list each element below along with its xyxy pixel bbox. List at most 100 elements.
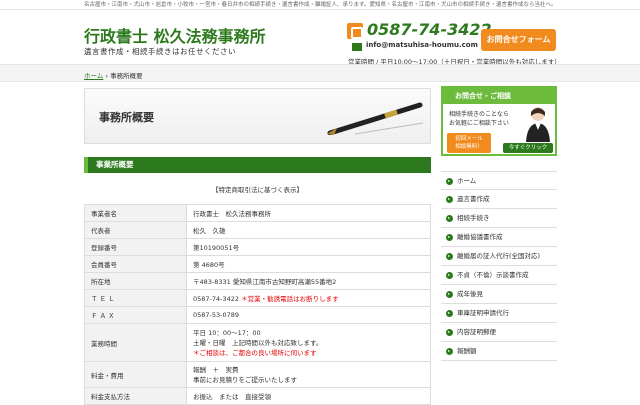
- sidebar-item-divorce-witness[interactable]: 離婚届の証人代行(全国対応): [441, 247, 557, 266]
- table-label: 会員番号: [84, 255, 187, 273]
- arrow-bullet-icon: [446, 253, 453, 260]
- hours-line: 土曜・日曜 上記時間以外も対応致します。: [193, 338, 323, 347]
- table-row: 登録番号 第10190051号: [84, 238, 431, 256]
- consultation-banner[interactable]: お問合せ・ご相談 相続手続きのことなら お気軽にご相談下さい 初回メール 相談無…: [441, 86, 557, 156]
- site-title[interactable]: 行政書士 松久法務事務所: [84, 23, 266, 47]
- table-label: 代表者: [84, 221, 187, 239]
- sidebar-item-label: 車庫証明申請代行: [457, 309, 509, 317]
- table-value-cell: 報酬 ＋ 実費 事前にお見積りをご提示いたします: [186, 361, 431, 388]
- table-row: 業務時間 平日 10：00～17：00 土曜・日曜 上記時間以外も対応致します。…: [84, 323, 431, 362]
- table-label: Ｆ Ａ Ｘ: [84, 306, 187, 324]
- table-value: 〒483-8331 愛知県江南市古知野町高瀬55番地2: [186, 272, 431, 290]
- breadcrumb-current: 事務所概要: [110, 72, 143, 80]
- section-heading-text: 事業所概要: [96, 160, 134, 169]
- table-value-cell: 0587-74-3422 ＊営業・勧誘電話はお断りします: [186, 289, 431, 307]
- table-value: 行政書士 松久法務事務所: [186, 204, 431, 222]
- consultant-photo-icon: [526, 107, 550, 142]
- arrow-bullet-icon: [446, 272, 453, 279]
- site-subtitle: 遺言書作成・相続手続きはお任せください: [84, 47, 236, 56]
- table-row: 代表者 松久 久雄: [84, 221, 431, 239]
- page-hero: 事務所概要: [84, 88, 431, 144]
- tel-value[interactable]: 0587-74-3422: [193, 295, 239, 303]
- table-label: 所在地: [84, 272, 187, 290]
- breadcrumb-separator: ›: [105, 72, 108, 80]
- table-label: 事業者名: [84, 204, 187, 222]
- top-tagline-bar: 名古屋市・江南市・犬山市・岩倉市・小牧市・一宮市・春日井市の相続手続き・遺言書作…: [0, 0, 640, 10]
- sidebar-item-fees[interactable]: 報酬額: [441, 342, 557, 361]
- table-row: Ｆ Ａ Ｘ 0587-53-0789: [84, 306, 431, 324]
- table-label: 業務時間: [84, 323, 187, 362]
- banner-heading: お問合せ・ご相談: [443, 88, 555, 104]
- free-consult-badge: 初回メール 相談無料！: [447, 133, 491, 153]
- phone-number[interactable]: 0587-74-3422: [367, 20, 492, 39]
- hours-line: 平日 10：00～17：00: [193, 328, 261, 337]
- arrow-bullet-icon: [446, 291, 453, 298]
- arrow-bullet-icon: [446, 215, 453, 222]
- table-label: Ｔ Ｅ Ｌ: [84, 289, 187, 307]
- sidebar-item-inheritance[interactable]: 相続手続き: [441, 209, 557, 228]
- table-value: 第10190051号: [186, 238, 431, 256]
- table-row: 料金支払方法 お振込 または 直接受領: [84, 387, 431, 405]
- arrow-bullet-icon: [446, 348, 453, 355]
- sidebar-item-will[interactable]: 遺言書作成: [441, 190, 557, 209]
- table-value-cell: 平日 10：00～17：00 土曜・日曜 上記時間以外も対応致します。 ＊ご相談…: [186, 323, 431, 362]
- sidebar-item-label: ホーム: [457, 177, 477, 185]
- sidebar-nav: ホーム 遺言書作成 相続手続き 離婚協議書作成 離婚届の証人代行(全国対応) 不…: [441, 171, 557, 361]
- sidebar-item-divorce-agreement[interactable]: 離婚協議書作成: [441, 228, 557, 247]
- table-row: Ｔ Ｅ Ｌ 0587-74-3422 ＊営業・勧誘電話はお断りします: [84, 289, 431, 307]
- fountain-pen-icon: [327, 102, 424, 135]
- mail-icon: [352, 43, 362, 51]
- sidebar-item-label: 成年後見: [457, 290, 483, 298]
- email-address[interactable]: info@matsuhisa-houmu.com: [366, 41, 478, 49]
- fee-line: 事前にお見積りをご提示いたします: [193, 375, 297, 384]
- sidebar-item-settlement[interactable]: 不貞（不倫）示談書作成: [441, 266, 557, 285]
- sidebar-item-garage-cert[interactable]: 車庫証明申請代行: [441, 304, 557, 323]
- table-row: 所在地 〒483-8331 愛知県江南市古知野町高瀬55番地2: [84, 272, 431, 290]
- contact-form-button[interactable]: お問合せフォーム: [481, 29, 556, 51]
- arrow-bullet-icon: [446, 196, 453, 203]
- table-label: 料金・費用: [84, 361, 187, 388]
- arrow-bullet-icon: [446, 178, 453, 185]
- office-info-table: 事業者名 行政書士 松久法務事務所 代表者 松久 久雄 登録番号 第101900…: [84, 204, 431, 405]
- table-row: 料金・費用 報酬 ＋ 実費 事前にお見積りをご提示いたします: [84, 361, 431, 388]
- hours-note: ＊ご相談は、ご都合の良い場所に伺います: [193, 348, 317, 357]
- banner-text: 相続手続きのことなら お気軽にご相談下さい: [449, 110, 509, 128]
- tagline-text: 名古屋市・江南市・犬山市・岩倉市・小牧市・一宮市・春日井市の相続手続き・遺言書作…: [84, 2, 557, 8]
- banner-line: お気軽にご相談下さい: [449, 120, 509, 127]
- arrow-bullet-icon: [446, 234, 453, 241]
- banner-line: 相続手続きのことなら: [449, 111, 509, 118]
- sidebar-item-label: 離婚協議書作成: [457, 233, 503, 241]
- table-label: 登録番号: [84, 238, 187, 256]
- sidebar-item-label: 報酬額: [457, 347, 477, 355]
- sidebar-item-label: 不貞（不倫）示談書作成: [457, 271, 529, 279]
- table-value: お振込 または 直接受領: [186, 387, 431, 405]
- table-value: 0587-53-0789: [186, 306, 431, 324]
- sidebar-item-label: 相続手続き: [457, 214, 490, 222]
- banner-heading-text: お問合せ・ご相談: [455, 92, 511, 100]
- table-row: 事業者名 行政書士 松久法務事務所: [84, 204, 431, 222]
- table-value: 松久 久雄: [186, 221, 431, 239]
- sidebar-item-home[interactable]: ホーム: [441, 171, 557, 190]
- sidebar-item-label: 遺言書作成: [457, 195, 490, 203]
- fee-line: 報酬 ＋ 実費: [193, 365, 239, 374]
- arrow-bullet-icon: [446, 310, 453, 317]
- page-title: 事務所概要: [99, 111, 154, 124]
- sidebar-item-label: 離婚届の証人代行(全国対応): [457, 252, 541, 260]
- badge-line: 相談無料！: [455, 144, 483, 150]
- phone-icon: [347, 23, 363, 39]
- badge-line: 初回メール: [455, 136, 483, 142]
- arrow-bullet-icon: [446, 329, 453, 336]
- sidebar-item-certified-mail[interactable]: 内容証明郵便: [441, 323, 557, 342]
- sidebar-item-guardianship[interactable]: 成年後見: [441, 285, 557, 304]
- tel-note: ＊営業・勧誘電話はお断りします: [241, 295, 339, 303]
- section-subheading: 【特定商取引法に基づく表示】: [212, 186, 303, 194]
- click-now-button[interactable]: 今すぐクリック: [503, 143, 553, 153]
- table-row: 会員番号 第 4680号: [84, 255, 431, 273]
- breadcrumb-bar: ホーム › 事務所概要: [0, 64, 640, 82]
- sidebar-item-label: 内容証明郵便: [457, 328, 496, 336]
- site-header: 行政書士 松久法務事務所 遺言書作成・相続手続きはお任せください 0587-74…: [0, 10, 640, 66]
- breadcrumb-home-link[interactable]: ホーム: [84, 72, 103, 80]
- section-heading: 事業所概要: [84, 157, 431, 173]
- breadcrumb: ホーム › 事務所概要: [84, 70, 143, 80]
- table-label: 料金支払方法: [84, 387, 187, 405]
